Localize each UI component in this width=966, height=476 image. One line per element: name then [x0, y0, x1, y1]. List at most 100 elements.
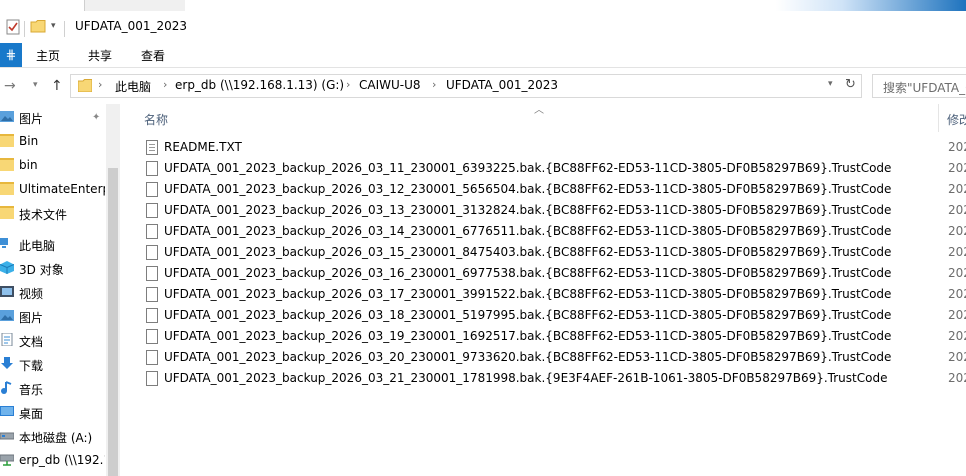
sidebar-item-local-disk-a[interactable]: 本地磁盘 (A:) — [0, 425, 106, 447]
sidebar-item-this-pc[interactable]: 此电脑 — [0, 233, 106, 255]
sidebar-item-tech-files[interactable]: 技术文件 — [0, 202, 106, 224]
file-icon — [146, 308, 158, 323]
documents-icon — [0, 332, 14, 347]
breadcrumb-chevron-icon[interactable]: › — [98, 78, 102, 91]
file-name: UFDATA_001_2023_backup_2026_03_16_230001… — [164, 266, 892, 280]
sidebar-item-erp-db[interactable]: erp_db (\\192.1 — [0, 449, 106, 471]
column-name-header[interactable]: 名称 — [144, 111, 168, 128]
file-date: 202 — [948, 245, 966, 259]
file-date: 202 — [948, 203, 966, 217]
sidebar-item-documents[interactable]: 文档 — [0, 329, 106, 351]
file-row[interactable]: UFDATA_001_2023_backup_2026_03_19_230001… — [134, 326, 966, 347]
pictures-icon — [0, 309, 14, 322]
sidebar-item-ultimateenterp[interactable]: UltimateEnterp — [0, 178, 106, 200]
file-row[interactable]: UFDATA_001_2023_backup_2026_03_21_230001… — [134, 368, 966, 389]
computer-icon — [0, 237, 14, 250]
desktop-icon — [0, 405, 14, 418]
breadcrumb-this-pc[interactable]: 此电脑 — [115, 78, 151, 95]
breadcrumb-chevron-icon[interactable]: › — [346, 78, 350, 91]
file-name: UFDATA_001_2023_backup_2026_03_18_230001… — [164, 308, 892, 322]
download-icon — [0, 357, 14, 370]
back-arrow-icon[interactable]: → — [4, 78, 16, 94]
file-row[interactable]: UFDATA_001_2023_backup_2026_03_18_230001… — [134, 305, 966, 326]
tab-home[interactable]: 主页 — [36, 47, 60, 64]
pictures-icon — [0, 110, 14, 123]
file-icon — [146, 203, 158, 218]
file-row[interactable]: UFDATA_001_2023_backup_2026_03_12_230001… — [134, 179, 966, 200]
breadcrumb-current[interactable]: UFDATA_001_2023 — [446, 78, 558, 92]
3d-objects-icon — [0, 261, 15, 274]
file-name: UFDATA_001_2023_backup_2026_03_12_230001… — [164, 182, 892, 196]
file-name: UFDATA_001_2023_backup_2026_03_14_230001… — [164, 224, 892, 238]
sidebar-item-bin-lower[interactable]: bin — [0, 154, 106, 176]
breadcrumb-caiwu[interactable]: CAIWU-U8 — [359, 78, 421, 92]
address-dropdown-icon[interactable]: ▾ — [828, 79, 833, 89]
file-name: UFDATA_001_2023_backup_2026_03_20_230001… — [164, 350, 892, 364]
breadcrumb-chevron-icon[interactable]: › — [163, 78, 167, 91]
file-icon — [146, 182, 158, 197]
file-icon — [146, 245, 158, 260]
window-title: UFDATA_001_2023 — [75, 19, 188, 33]
refresh-icon[interactable]: ↻ — [845, 77, 856, 92]
file-row[interactable]: UFDATA_001_2023_backup_2026_03_13_230001… — [134, 200, 966, 221]
tab-share[interactable]: 共享 — [88, 47, 112, 64]
search-placeholder: 搜索"UFDATA_0 — [883, 81, 966, 95]
file-name: UFDATA_001_2023_backup_2026_03_15_230001… — [164, 245, 892, 259]
column-divider[interactable] — [938, 104, 939, 132]
search-input[interactable]: 搜索"UFDATA_0 — [872, 74, 966, 98]
file-date: 202 — [948, 140, 966, 154]
file-row[interactable]: README.TXT 202 — [134, 137, 966, 158]
file-icon — [146, 161, 158, 176]
new-folder-icon[interactable] — [30, 19, 46, 33]
file-icon — [146, 287, 158, 302]
file-icon — [146, 329, 158, 344]
file-icon — [146, 224, 158, 239]
title-bar: ▾ UFDATA_001_2023 — [0, 11, 966, 43]
pin-icon[interactable]: ✦ — [92, 112, 100, 123]
up-arrow-icon[interactable]: ↑ — [51, 78, 63, 94]
tab-view[interactable]: 查看 — [141, 47, 165, 64]
file-date: 202 — [948, 287, 966, 301]
file-row[interactable]: UFDATA_001_2023_backup_2026_03_16_230001… — [134, 263, 966, 284]
sidebar-item-downloads[interactable]: 下载 — [0, 353, 106, 375]
properties-icon[interactable] — [6, 19, 20, 35]
quick-access-divider — [24, 21, 25, 37]
folder-icon — [0, 182, 14, 195]
file-icon — [146, 371, 158, 386]
sidebar-item-video[interactable]: 视频 — [0, 281, 106, 303]
sidebar-item-pictures-quick[interactable]: 图片 ✦ — [0, 106, 106, 128]
file-date: 202 — [948, 308, 966, 322]
file-tab[interactable]: ⋕ — [0, 43, 22, 67]
file-row[interactable]: UFDATA_001_2023_backup_2026_03_20_230001… — [134, 347, 966, 368]
file-date: 202 — [948, 266, 966, 280]
sidebar-item-bin-upper[interactable]: Bin — [0, 130, 106, 152]
title-divider — [64, 21, 65, 37]
sidebar-item-3d-objects[interactable]: 3D 对象 — [0, 257, 106, 279]
file-date: 202 — [948, 350, 966, 364]
sidebar-item-music[interactable]: 音乐 — [0, 377, 106, 399]
sidebar-item-desktop[interactable]: 桌面 — [0, 401, 106, 423]
column-modified-header[interactable]: 修改 — [947, 111, 966, 128]
file-name: UFDATA_001_2023_backup_2026_03_21_230001… — [164, 371, 888, 385]
file-row[interactable]: UFDATA_001_2023_backup_2026_03_11_230001… — [134, 158, 966, 179]
address-bar[interactable]: › 此电脑 › erp_db (\\192.168.1.13) (G:) › C… — [70, 74, 862, 98]
address-folder-icon — [77, 79, 93, 95]
file-list: 名称 ︿ 修改 README.TXT 202 UFDATA_001_2023_b… — [134, 104, 966, 476]
file-row[interactable]: UFDATA_001_2023_backup_2026_03_14_230001… — [134, 221, 966, 242]
local-disk-icon — [0, 429, 15, 442]
file-name: UFDATA_001_2023_backup_2026_03_11_230001… — [164, 161, 892, 175]
sort-ascending-icon: ︿ — [534, 105, 544, 116]
ribbon: ⋕ 主页 共享 查看 — [0, 43, 966, 68]
network-drive-icon — [0, 453, 15, 466]
breadcrumb-drive[interactable]: erp_db (\\192.168.1.13) (G:) — [175, 78, 344, 92]
customize-quick-access-icon[interactable]: ▾ — [51, 21, 56, 31]
file-row[interactable]: UFDATA_001_2023_backup_2026_03_17_230001… — [134, 284, 966, 305]
sidebar-item-pictures[interactable]: 图片 — [0, 305, 106, 327]
sidebar-scroll-thumb[interactable] — [108, 168, 118, 476]
folder-icon — [0, 134, 14, 147]
recent-locations-icon[interactable]: ▾ — [33, 80, 38, 90]
navigation-pane: 图片 ✦ Bin bin UltimateEnterp 技术文件 此电脑 3D … — [0, 104, 120, 476]
file-row[interactable]: UFDATA_001_2023_backup_2026_03_15_230001… — [134, 242, 966, 263]
video-icon — [0, 285, 14, 298]
breadcrumb-chevron-icon[interactable]: › — [432, 78, 436, 91]
